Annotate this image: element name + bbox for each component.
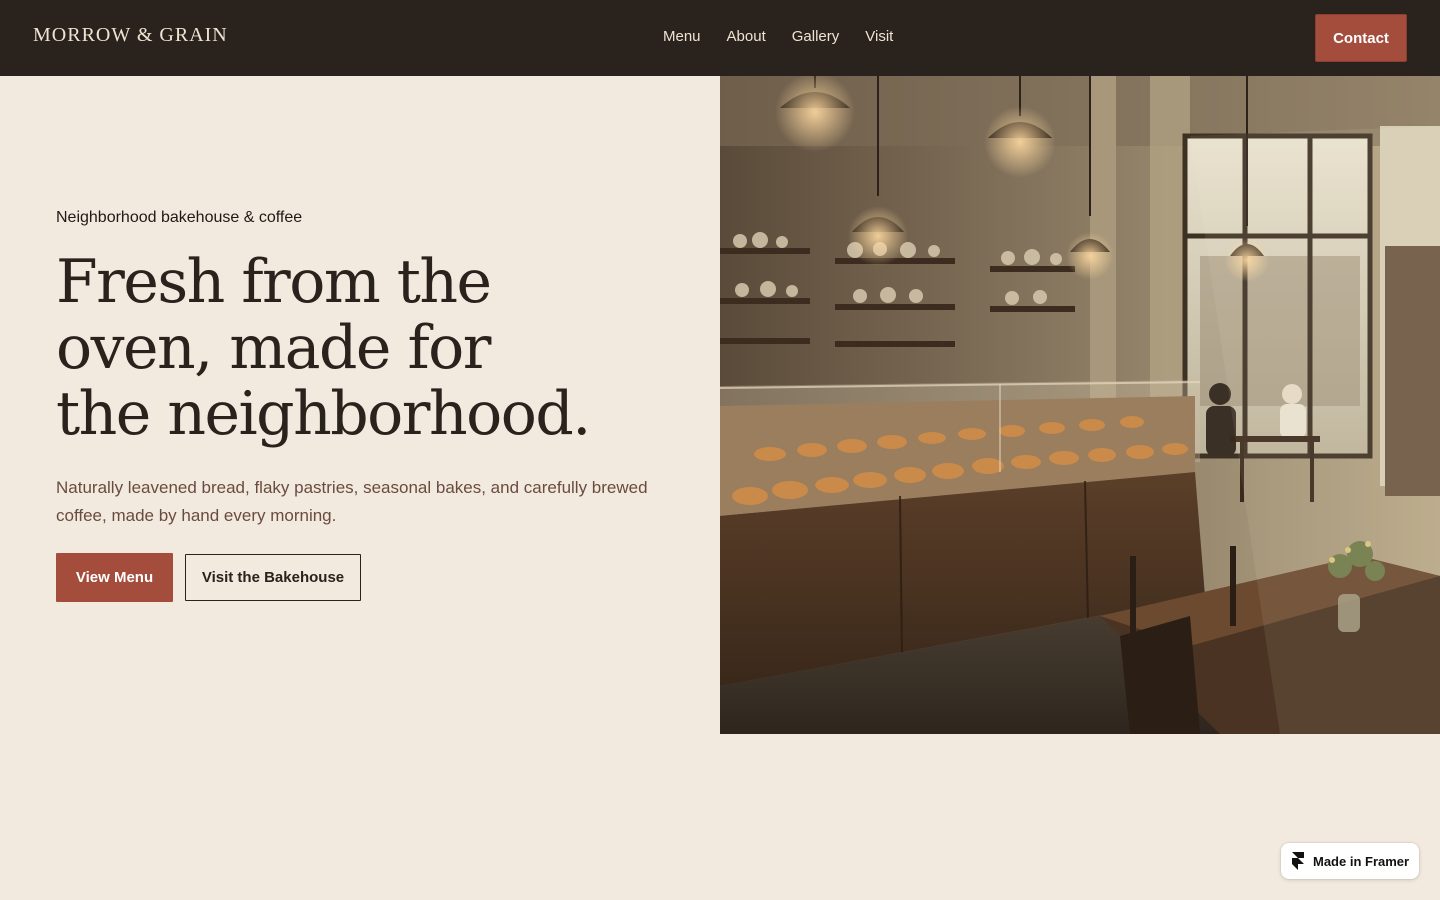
headline-line-3: the neighborhood. xyxy=(56,379,591,449)
hero-image xyxy=(720,76,1440,734)
visit-bakehouse-button[interactable]: Visit the Bakehouse xyxy=(185,554,361,601)
nav-link-gallery[interactable]: Gallery xyxy=(792,28,840,45)
headline-line-1: Fresh from the xyxy=(56,247,492,317)
view-menu-button[interactable]: View Menu xyxy=(56,553,173,602)
nav-link-menu[interactable]: Menu xyxy=(663,28,701,45)
framer-logo-icon xyxy=(1292,852,1304,870)
main-nav: Menu About Gallery Visit xyxy=(663,28,893,45)
hero-subcopy: Naturally leavened bread, flaky pastries… xyxy=(56,478,648,525)
framer-badge-label: Made in Framer xyxy=(1313,853,1410,869)
hero-eyebrow: Neighborhood bakehouse & coffee xyxy=(56,209,303,226)
hero-headline: Fresh from the oven, made for the neighb… xyxy=(56,249,676,447)
nav-link-about[interactable]: About xyxy=(727,28,766,45)
site-header: MORROW & GRAIN Menu About Gallery Visit … xyxy=(0,0,1440,76)
headline-line-2: oven, made for xyxy=(56,313,491,383)
brand-logo[interactable]: MORROW & GRAIN xyxy=(33,24,228,47)
bakery-interior-illustration xyxy=(720,76,1440,734)
nav-link-visit[interactable]: Visit xyxy=(865,28,893,45)
contact-button[interactable]: Contact xyxy=(1315,14,1407,62)
made-in-framer-badge[interactable]: Made in Framer xyxy=(1281,843,1419,879)
